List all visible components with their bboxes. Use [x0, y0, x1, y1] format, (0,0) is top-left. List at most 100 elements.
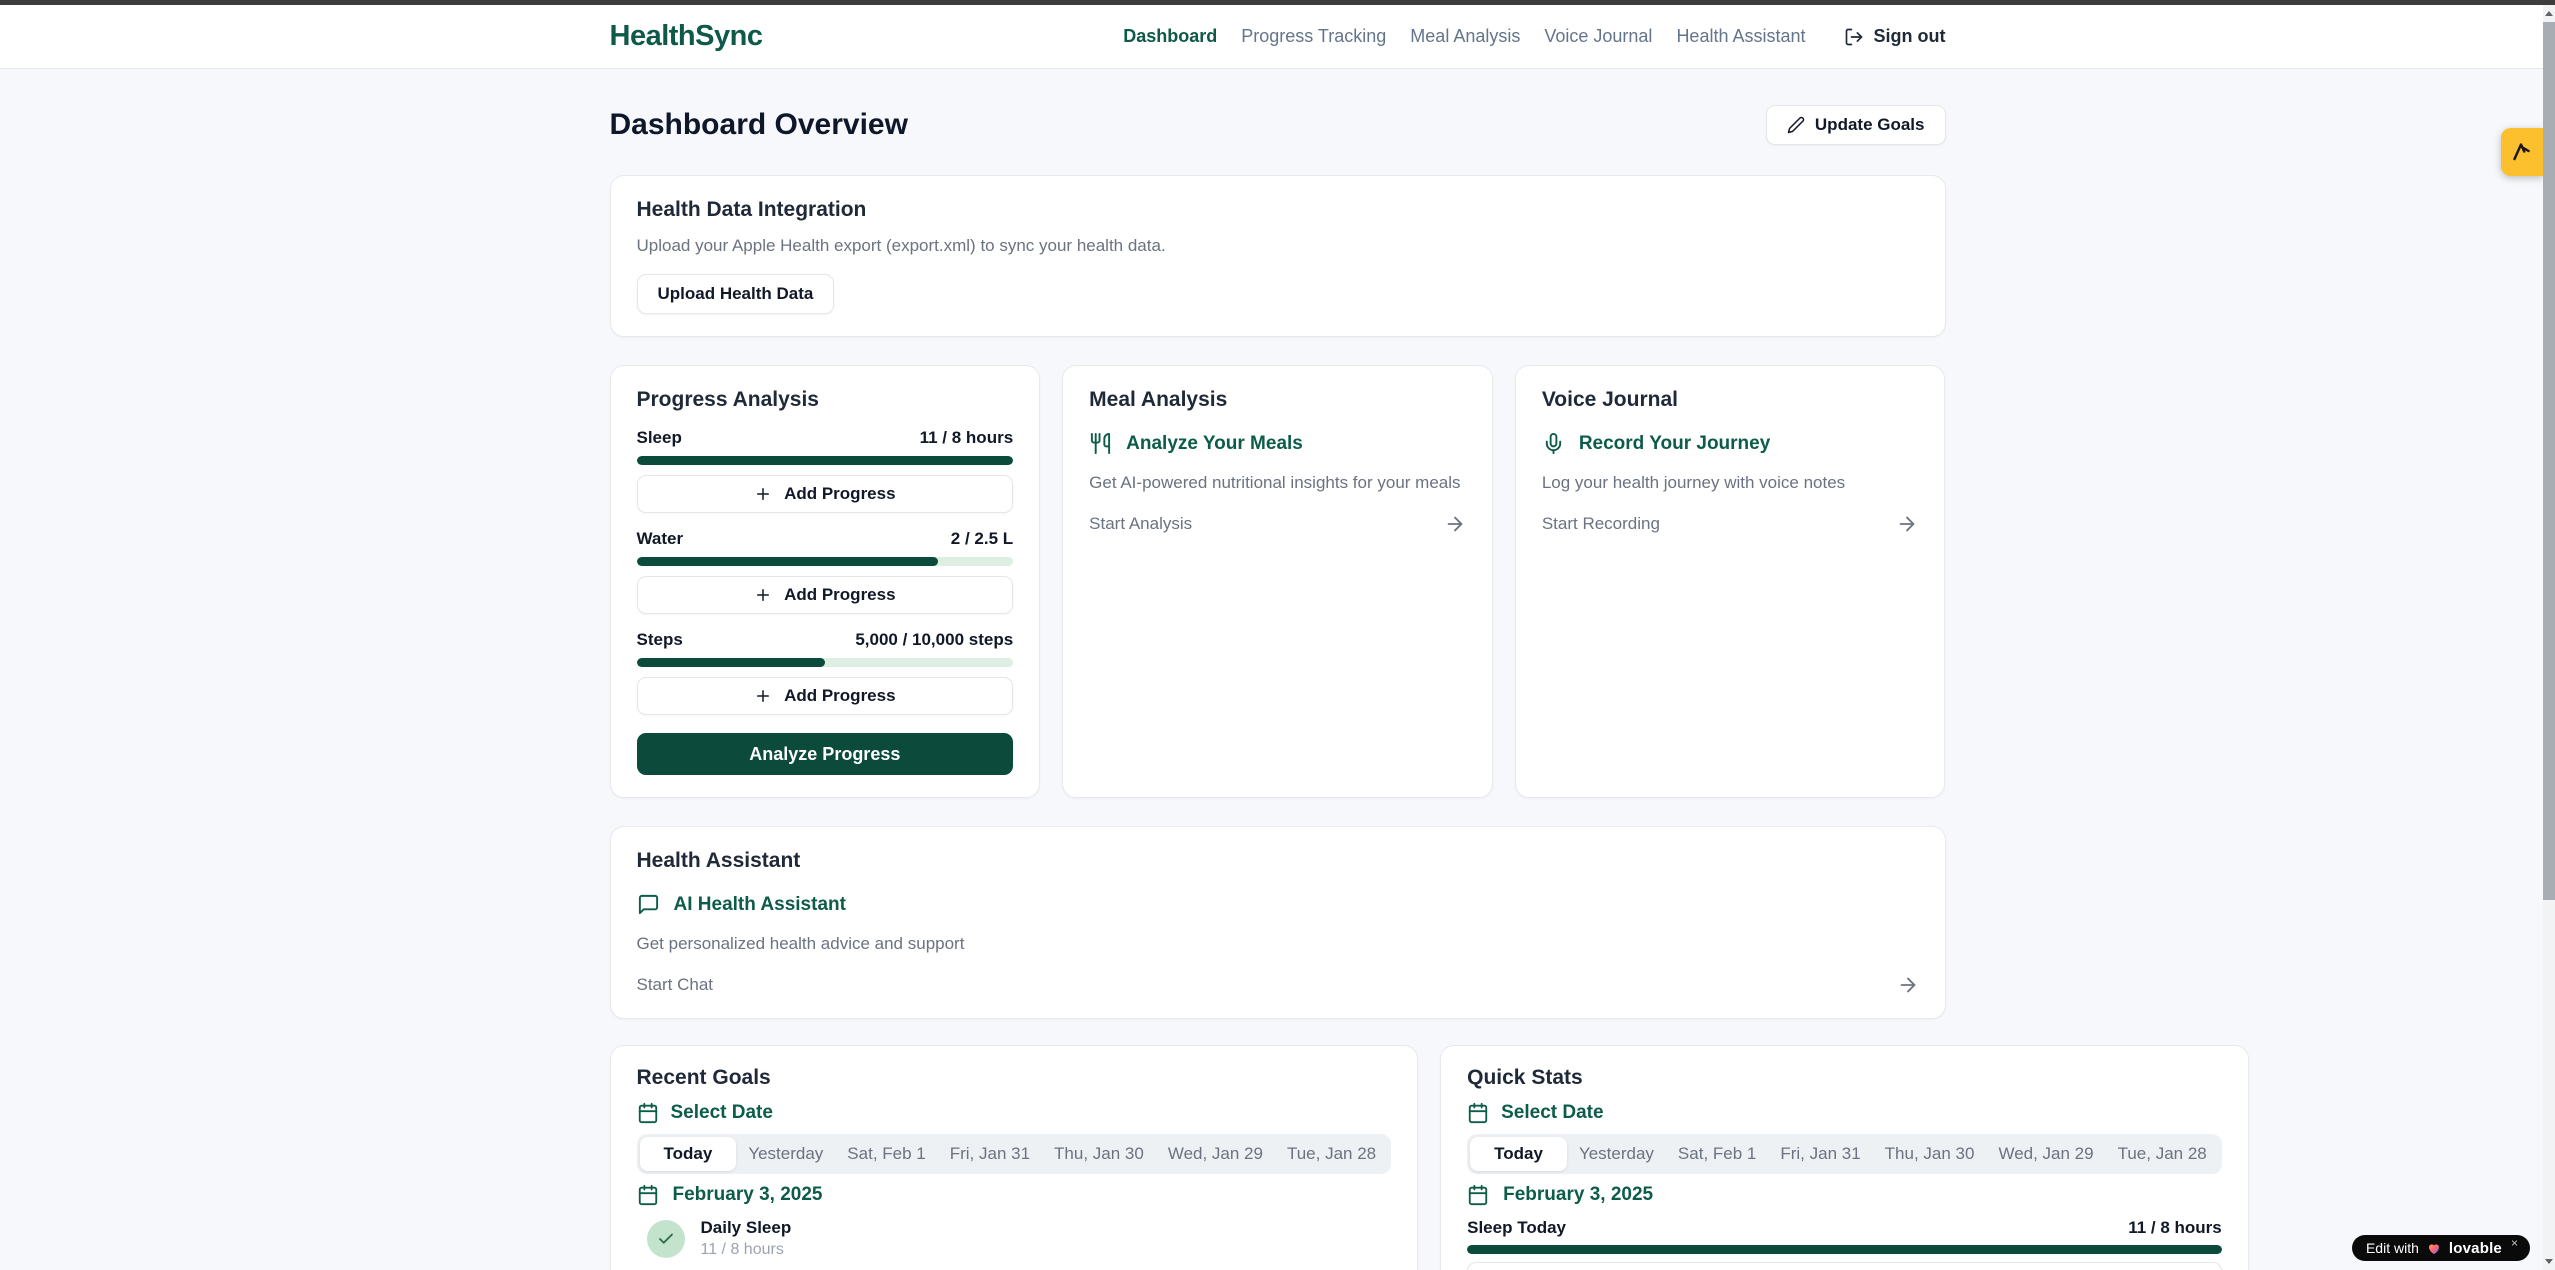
tab-wed-jan-29[interactable]: Wed, Jan 29	[1986, 1137, 2105, 1171]
card-description: Upload your Apple Health export (export.…	[637, 236, 1919, 256]
tab-thu-jan-30[interactable]: Thu, Jan 30	[1873, 1137, 1987, 1171]
tab-yesterday[interactable]: Yesterday	[736, 1137, 835, 1171]
select-date-label: Select Date	[671, 1102, 773, 1124]
upload-health-data-button[interactable]: Upload Health Data	[637, 274, 835, 314]
nav-item-health-assistant[interactable]: Health Assistant	[1676, 26, 1805, 47]
scrollbar-thumb[interactable]	[2543, 22, 2555, 900]
metric-sleep-today: Sleep Today 11 / 8 hours Add Progress	[1467, 1218, 2222, 1270]
select-date-button[interactable]: Select Date	[637, 1102, 1392, 1124]
metric-value: 2 / 2.5 L	[951, 529, 1013, 549]
action-label: Start Analysis	[1089, 514, 1192, 534]
voice-journal-card: Voice Journal Record Your Journey Log yo…	[1515, 365, 1946, 798]
edit-with-lovable-badge[interactable]: Edit with lovable ×	[2352, 1235, 2530, 1261]
record-your-journey-link[interactable]: Record Your Journey	[1542, 432, 1919, 455]
metric-label: Sleep	[637, 428, 682, 448]
window-top-strip	[0, 0, 2555, 5]
mic-icon	[1542, 432, 1565, 455]
page-title: Dashboard Overview	[610, 108, 908, 142]
calendar-icon	[637, 1184, 659, 1206]
update-goals-button[interactable]: Update Goals	[1766, 105, 1946, 145]
scrollbar-down-button[interactable]	[2543, 1253, 2555, 1270]
add-progress-sleep-button[interactable]: Add Progress	[637, 475, 1014, 513]
nav-links: Dashboard Progress Tracking Meal Analysi…	[1123, 26, 1945, 47]
goal-entry-daily-sleep: Daily Sleep 11 / 8 hours	[637, 1218, 1392, 1259]
dev-mode-toggle-button[interactable]	[2501, 128, 2543, 176]
tab-tue-jan-28[interactable]: Tue, Jan 28	[1275, 1137, 1388, 1171]
sleep-today-progress-bar	[1467, 1245, 2222, 1254]
tab-thu-jan-30[interactable]: Thu, Jan 30	[1042, 1137, 1156, 1171]
card-description: Log your health journey with voice notes	[1542, 473, 1919, 493]
nav-item-progress-tracking[interactable]: Progress Tracking	[1241, 26, 1386, 47]
arrow-right-icon	[1897, 974, 1919, 996]
metric-value: 11 / 8 hours	[920, 428, 1014, 448]
add-progress-button[interactable]: Add Progress	[1467, 1262, 2222, 1270]
plus-icon	[754, 485, 772, 503]
chevron-up-icon	[2545, 11, 2553, 16]
card-title: Quick Stats	[1467, 1066, 2222, 1090]
plus-icon	[754, 687, 772, 705]
metric-label: Steps	[637, 630, 683, 650]
scrollbar-up-button[interactable]	[2543, 5, 2555, 22]
update-goals-label: Update Goals	[1815, 115, 1925, 135]
add-progress-label: Add Progress	[784, 484, 895, 504]
sign-out-button[interactable]: Sign out	[1844, 26, 1946, 47]
analyze-your-meals-link[interactable]: Analyze Your Meals	[1089, 432, 1466, 455]
vertical-scrollbar[interactable]	[2543, 0, 2555, 1270]
check-icon	[657, 1230, 675, 1248]
metric-label: Water	[637, 529, 684, 549]
selected-date: February 3, 2025	[637, 1184, 1392, 1206]
card-title: Health Data Integration	[637, 198, 1919, 222]
link-label: AI Health Assistant	[674, 894, 846, 916]
selected-date-label: February 3, 2025	[1503, 1184, 1653, 1206]
card-title: Progress Analysis	[637, 388, 1014, 412]
nav-item-dashboard[interactable]: Dashboard	[1123, 26, 1217, 47]
navbar: HealthSync Dashboard Progress Tracking M…	[0, 5, 2555, 69]
chevron-down-icon	[2545, 1259, 2553, 1264]
tab-tue-jan-28[interactable]: Tue, Jan 28	[2106, 1137, 2219, 1171]
plus-icon	[754, 586, 772, 604]
tab-sat-feb-1[interactable]: Sat, Feb 1	[1666, 1137, 1768, 1171]
health-data-integration-card: Health Data Integration Upload your Appl…	[610, 175, 1946, 337]
metric-value: 11 / 8 hours	[2128, 1218, 2222, 1238]
selected-date: February 3, 2025	[1467, 1184, 2222, 1206]
metric-label: Sleep Today	[1467, 1218, 1566, 1238]
calendar-icon	[1467, 1102, 1489, 1124]
healthsync-dashboard: HealthSync Dashboard Progress Tracking M…	[0, 0, 2555, 1270]
app-logo: HealthSync	[610, 20, 763, 53]
card-title: Meal Analysis	[1089, 388, 1466, 412]
tab-fri-jan-31[interactable]: Fri, Jan 31	[938, 1137, 1042, 1171]
sign-out-label: Sign out	[1874, 26, 1946, 47]
tab-today[interactable]: Today	[640, 1137, 737, 1171]
start-recording-action[interactable]: Start Recording	[1542, 513, 1919, 535]
tab-sat-feb-1[interactable]: Sat, Feb 1	[835, 1137, 937, 1171]
metric-steps: Steps 5,000 / 10,000 steps Add Progress	[637, 630, 1014, 715]
add-progress-label: Add Progress	[784, 585, 895, 605]
add-progress-water-button[interactable]: Add Progress	[637, 576, 1014, 614]
utensils-icon	[1089, 432, 1112, 455]
tab-fri-jan-31[interactable]: Fri, Jan 31	[1768, 1137, 1872, 1171]
tab-yesterday[interactable]: Yesterday	[1567, 1137, 1666, 1171]
start-analysis-action[interactable]: Start Analysis	[1089, 513, 1466, 535]
badge-close-icon[interactable]: ×	[2511, 1236, 2518, 1250]
tab-today[interactable]: Today	[1470, 1137, 1567, 1171]
chat-bubble-icon	[637, 893, 660, 916]
action-label: Start Chat	[637, 975, 714, 995]
progress-analysis-card: Progress Analysis Sleep 11 / 8 hours Add…	[610, 365, 1041, 798]
select-date-button[interactable]: Select Date	[1467, 1102, 2222, 1124]
card-title: Voice Journal	[1542, 388, 1919, 412]
metric-water: Water 2 / 2.5 L Add Progress	[637, 529, 1014, 614]
card-description: Get AI-powered nutritional insights for …	[1089, 473, 1466, 493]
nav-item-meal-analysis[interactable]: Meal Analysis	[1410, 26, 1520, 47]
add-progress-label: Add Progress	[784, 686, 895, 706]
arrow-right-icon	[1444, 513, 1466, 535]
tab-wed-jan-29[interactable]: Wed, Jan 29	[1156, 1137, 1275, 1171]
logout-icon	[1844, 27, 1864, 47]
water-progress-bar	[637, 557, 1014, 566]
steps-progress-bar	[637, 658, 1014, 667]
ai-health-assistant-link[interactable]: AI Health Assistant	[637, 893, 1919, 916]
start-chat-action[interactable]: Start Chat	[637, 974, 1919, 996]
add-progress-steps-button[interactable]: Add Progress	[637, 677, 1014, 715]
analyze-progress-button[interactable]: Analyze Progress	[637, 733, 1014, 775]
link-label: Record Your Journey	[1579, 433, 1770, 455]
nav-item-voice-journal[interactable]: Voice Journal	[1544, 26, 1652, 47]
